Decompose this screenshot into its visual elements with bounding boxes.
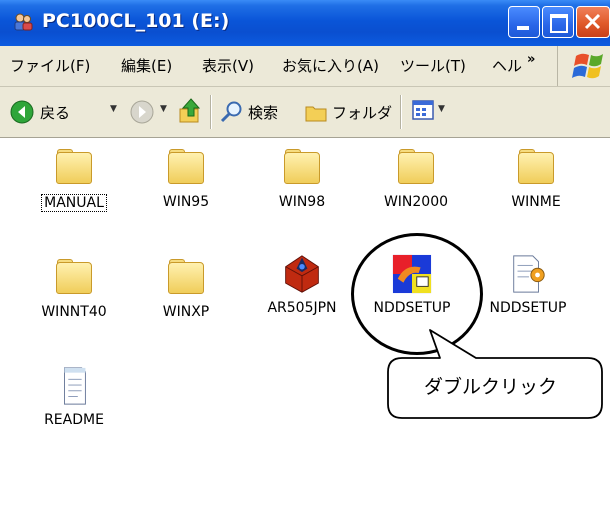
file-name: MANUAL	[41, 194, 107, 212]
toolbar-separator	[400, 95, 401, 129]
folder-icon	[282, 148, 322, 188]
folder-icon	[54, 258, 94, 298]
maximize-button[interactable]	[542, 6, 574, 38]
forward-dropdown-icon[interactable]: ▼	[160, 104, 167, 114]
views-icon[interactable]	[412, 100, 436, 122]
maximize-icon	[550, 14, 568, 33]
close-icon	[584, 13, 601, 30]
folders-label: フォルダ	[332, 104, 393, 122]
file-name: WINME	[511, 194, 561, 210]
text-document-icon	[64, 367, 86, 405]
menu-help[interactable]: ヘル	[492, 55, 522, 76]
forward-arrow-icon[interactable]	[130, 100, 154, 124]
folder-icon	[516, 148, 556, 188]
file-name: WINXP	[162, 304, 210, 320]
menu-tools[interactable]: ツール(T)	[400, 55, 466, 76]
file-item-readme[interactable]: README	[24, 366, 124, 428]
folders-button[interactable]: フォルダ	[304, 95, 394, 129]
folder-icon	[166, 148, 206, 188]
title-bar[interactable]: PC100CL_101 (E:)	[0, 0, 610, 47]
file-name: README	[44, 412, 104, 428]
file-name: WIN2000	[383, 194, 449, 210]
search-label: 検索	[248, 104, 279, 122]
minimize-button[interactable]	[508, 6, 540, 38]
file-item-win2000[interactable]: WIN2000	[366, 148, 466, 210]
file-item-winxp[interactable]: WINXP	[136, 258, 236, 320]
back-label: 戻る	[40, 104, 71, 122]
file-name: AR505JPN	[267, 300, 337, 316]
file-item-win95[interactable]: WIN95	[136, 148, 236, 210]
search-button[interactable]: 検索	[220, 95, 296, 129]
file-item-winnt40[interactable]: WINNT40	[24, 258, 124, 320]
file-item-ar505jpn[interactable]: AR505JPN	[252, 254, 352, 316]
menu-view[interactable]: 表示(V)	[202, 55, 254, 76]
folders-icon	[305, 106, 327, 122]
file-item-nddsetup-inf[interactable]: NDDSETUP	[478, 254, 578, 316]
menu-favorites[interactable]: お気に入り(A)	[282, 55, 379, 76]
back-dropdown-icon[interactable]: ▼	[110, 104, 117, 114]
file-name: WIN98	[278, 194, 326, 210]
windows-logo	[557, 46, 610, 86]
standard-toolbar: 戻る ▼ ▼ 検索 フォルダ ▼	[0, 87, 610, 138]
file-name: WINNT40	[41, 304, 107, 320]
menu-overflow-chevron[interactable]: »	[527, 52, 535, 67]
folder-icon	[166, 258, 206, 298]
up-folder-icon[interactable]	[177, 97, 203, 125]
toolbar-separator	[210, 95, 211, 129]
drive-icon	[14, 13, 33, 31]
close-button[interactable]	[576, 6, 610, 38]
menu-file[interactable]: ファイル(F)	[10, 55, 90, 76]
folder-icon	[396, 148, 436, 188]
file-name: NDDSETUP	[489, 300, 567, 316]
menu-edit[interactable]: 編集(E)	[121, 55, 172, 76]
setup-box-icon	[285, 255, 319, 293]
views-dropdown-icon[interactable]: ▼	[438, 104, 445, 114]
search-magnifier-icon	[220, 101, 242, 123]
callout-text: ダブルクリック	[423, 376, 557, 398]
back-button[interactable]: 戻る	[8, 95, 108, 129]
windows-flag-icon	[572, 53, 603, 79]
folder-icon	[54, 148, 94, 188]
minimize-icon	[517, 26, 529, 30]
window-title: PC100CL_101 (E:)	[42, 10, 230, 32]
back-arrow-icon	[10, 100, 34, 124]
menu-bar: ファイル(F) 編集(E) 表示(V) お気に入り(A) ツール(T) ヘル »	[0, 46, 610, 87]
setup-info-icon	[513, 255, 545, 293]
file-name: WIN95	[162, 194, 210, 210]
file-item-manual[interactable]: MANUAL	[24, 148, 124, 212]
file-item-win98[interactable]: WIN98	[252, 148, 352, 210]
file-item-winme[interactable]: WINME	[486, 148, 586, 210]
